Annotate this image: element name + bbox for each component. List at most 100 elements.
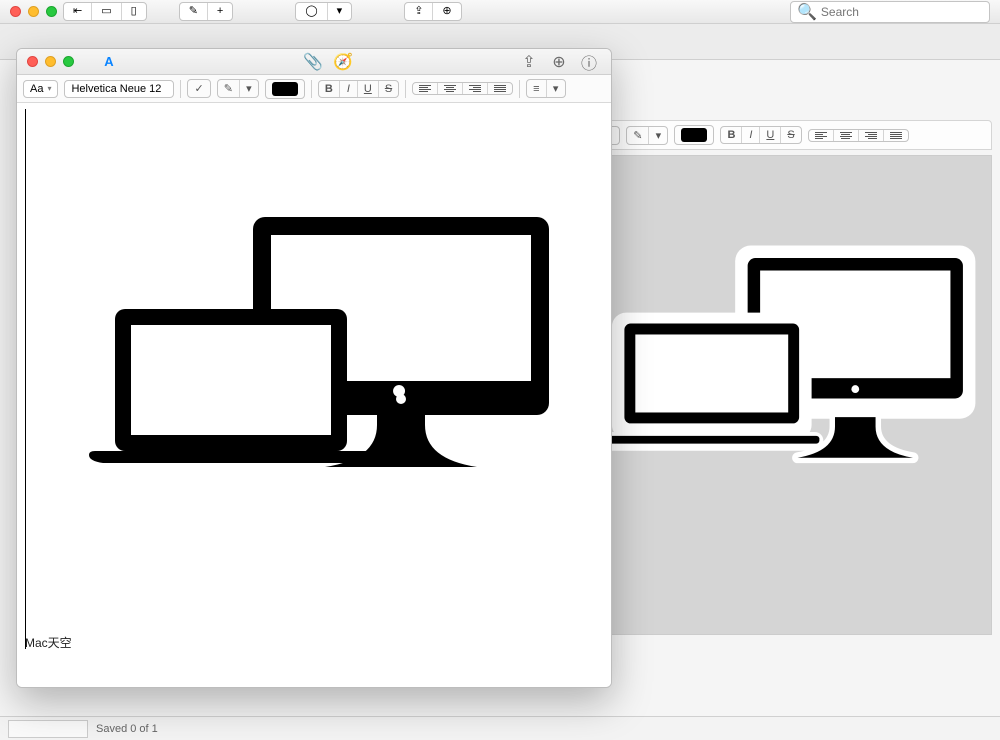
align-right-button[interactable] xyxy=(463,83,488,94)
add-user-icon: ⊕ xyxy=(552,52,565,72)
plus-icon: + xyxy=(217,6,223,17)
separator xyxy=(180,80,181,98)
bg-color-chip[interactable] xyxy=(674,125,714,145)
bg-traffic-lights xyxy=(10,6,57,17)
bg-tool-pencil[interactable]: ✎▾ xyxy=(626,126,668,145)
minimize-button[interactable] xyxy=(45,56,56,67)
share-icon: ⇪ xyxy=(414,6,423,17)
minimize-button[interactable] xyxy=(28,6,39,17)
fg-traffic-lights xyxy=(27,56,74,67)
strike-button[interactable]: S xyxy=(379,81,398,97)
chevron-down-icon: ▾ xyxy=(553,82,559,95)
bg-titlebar: ⇤ ▭ ▯ ✎ + ◯ ▾ ⇪ ⊕ 🔍 xyxy=(0,0,1000,24)
devices-image[interactable] xyxy=(65,193,565,513)
info-button[interactable]: ⓘ xyxy=(577,52,601,72)
layout-icon: ▯ xyxy=(131,6,137,17)
underline-button[interactable]: U xyxy=(358,81,379,97)
pencil-icon: ✎ xyxy=(224,82,233,95)
attachment-button[interactable]: 📎 xyxy=(301,52,325,72)
style-selector[interactable]: Aa ▾ xyxy=(23,80,58,98)
text-cursor xyxy=(25,109,26,649)
underline-button[interactable]: U xyxy=(760,127,781,143)
circle-icon: ◯ xyxy=(305,6,317,17)
align-center-button[interactable] xyxy=(834,130,859,141)
color-swatch xyxy=(272,82,298,96)
bg-shape-seg: ◯ ▾ xyxy=(295,2,352,21)
chevron-down-icon: ▾ xyxy=(656,129,662,142)
check-icon: ✓ xyxy=(194,82,203,95)
align-justify-button[interactable] xyxy=(884,130,908,141)
shape-dropdown[interactable]: ▾ xyxy=(328,3,352,20)
italic-button[interactable]: I xyxy=(340,81,358,97)
share-icon: ⇪ xyxy=(522,52,535,72)
bg-add-user-button[interactable]: ⊕ xyxy=(433,3,460,20)
bg-share-seg: ⇪ ⊕ xyxy=(404,2,461,21)
status-progress xyxy=(8,720,88,738)
status-bar: Saved 0 of 1 xyxy=(0,716,1000,740)
layout-button-1[interactable]: ▭ xyxy=(92,3,121,20)
chevron-down-icon: ▾ xyxy=(246,82,252,95)
align-right-button[interactable] xyxy=(859,130,884,141)
close-button[interactable] xyxy=(27,56,38,67)
zoom-button[interactable] xyxy=(63,56,74,67)
font-name: Helvetica Neue 12 xyxy=(71,83,161,95)
compass-icon: 🧭 xyxy=(333,52,353,72)
bg-text-style: B I U S xyxy=(720,126,801,144)
paperclip-icon: 📎 xyxy=(303,52,323,72)
search-input[interactable] xyxy=(821,5,983,19)
align-center-button[interactable] xyxy=(438,83,463,94)
search-icon: 🔍 xyxy=(797,2,817,22)
new-button[interactable]: + xyxy=(208,3,232,20)
align-left-button[interactable] xyxy=(413,83,438,94)
shape-button[interactable]: ◯ xyxy=(296,3,327,20)
search-field[interactable]: 🔍 xyxy=(790,1,990,23)
format-toggle-button[interactable]: A xyxy=(98,53,120,71)
collapse-left-icon: ⇤ xyxy=(73,6,82,17)
info-icon: ⓘ xyxy=(581,50,597,74)
strike-button[interactable]: S xyxy=(781,127,800,143)
close-button[interactable] xyxy=(10,6,21,17)
color-swatch xyxy=(681,128,707,142)
bg-compose-seg: ✎ + xyxy=(179,2,234,21)
note-canvas[interactable]: Mac天空 xyxy=(17,103,611,687)
align-group xyxy=(412,82,513,95)
font-selector[interactable]: Helvetica Neue 12 xyxy=(64,80,174,98)
check-tool[interactable]: ✓ xyxy=(187,79,210,98)
bold-button[interactable]: B xyxy=(319,81,340,97)
foreground-window: A 📎 🧭 ⇪ ⊕ ⓘ Aa ▾ Helvetica Neue 12 ✓ ✎▾ … xyxy=(16,48,612,688)
pencil-icon: ✎ xyxy=(633,129,642,142)
list-tool[interactable]: ≡▾ xyxy=(526,79,565,98)
credit-text: Mac天空 xyxy=(25,634,72,651)
bg-format-toolbar: ✓ ✎▾ B I U S xyxy=(590,120,992,150)
list-icon: ≡ xyxy=(533,83,539,95)
collapse-sidebar-button[interactable]: ⇤ xyxy=(64,3,92,20)
compose-button[interactable]: ✎ xyxy=(180,3,208,20)
italic-button[interactable]: I xyxy=(742,127,760,143)
text-style-group: B I U S xyxy=(318,80,399,98)
browse-button[interactable]: 🧭 xyxy=(331,52,355,72)
collaborate-button[interactable]: ⊕ xyxy=(547,52,571,72)
pencil-tool[interactable]: ✎▾ xyxy=(217,79,259,98)
fg-titlebar: A 📎 🧭 ⇪ ⊕ ⓘ xyxy=(17,49,611,75)
color-tool[interactable] xyxy=(265,79,305,99)
bg-share-button[interactable]: ⇪ xyxy=(405,3,433,20)
layout-icon: ▭ xyxy=(101,6,111,17)
zoom-button[interactable] xyxy=(46,6,57,17)
separator xyxy=(311,80,312,98)
bold-button[interactable]: B xyxy=(721,127,742,143)
layout-button-2[interactable]: ▯ xyxy=(122,3,146,20)
compose-icon: ✎ xyxy=(189,6,198,17)
separator xyxy=(405,80,406,98)
add-user-icon: ⊕ xyxy=(442,6,451,17)
format-toolbar: Aa ▾ Helvetica Neue 12 ✓ ✎▾ B I U S ≡▾ xyxy=(17,75,611,103)
status-text: Saved 0 of 1 xyxy=(96,723,158,735)
align-justify-button[interactable] xyxy=(488,83,512,94)
style-label: Aa xyxy=(30,83,43,95)
share-button[interactable]: ⇪ xyxy=(517,52,541,72)
bg-note-canvas xyxy=(590,155,992,635)
bg-nav-seg: ⇤ ▭ ▯ xyxy=(63,2,147,21)
bg-align xyxy=(808,129,909,142)
chevron-down-icon: ▾ xyxy=(47,84,51,93)
bg-devices-image xyxy=(601,166,991,556)
align-left-button[interactable] xyxy=(809,130,834,141)
